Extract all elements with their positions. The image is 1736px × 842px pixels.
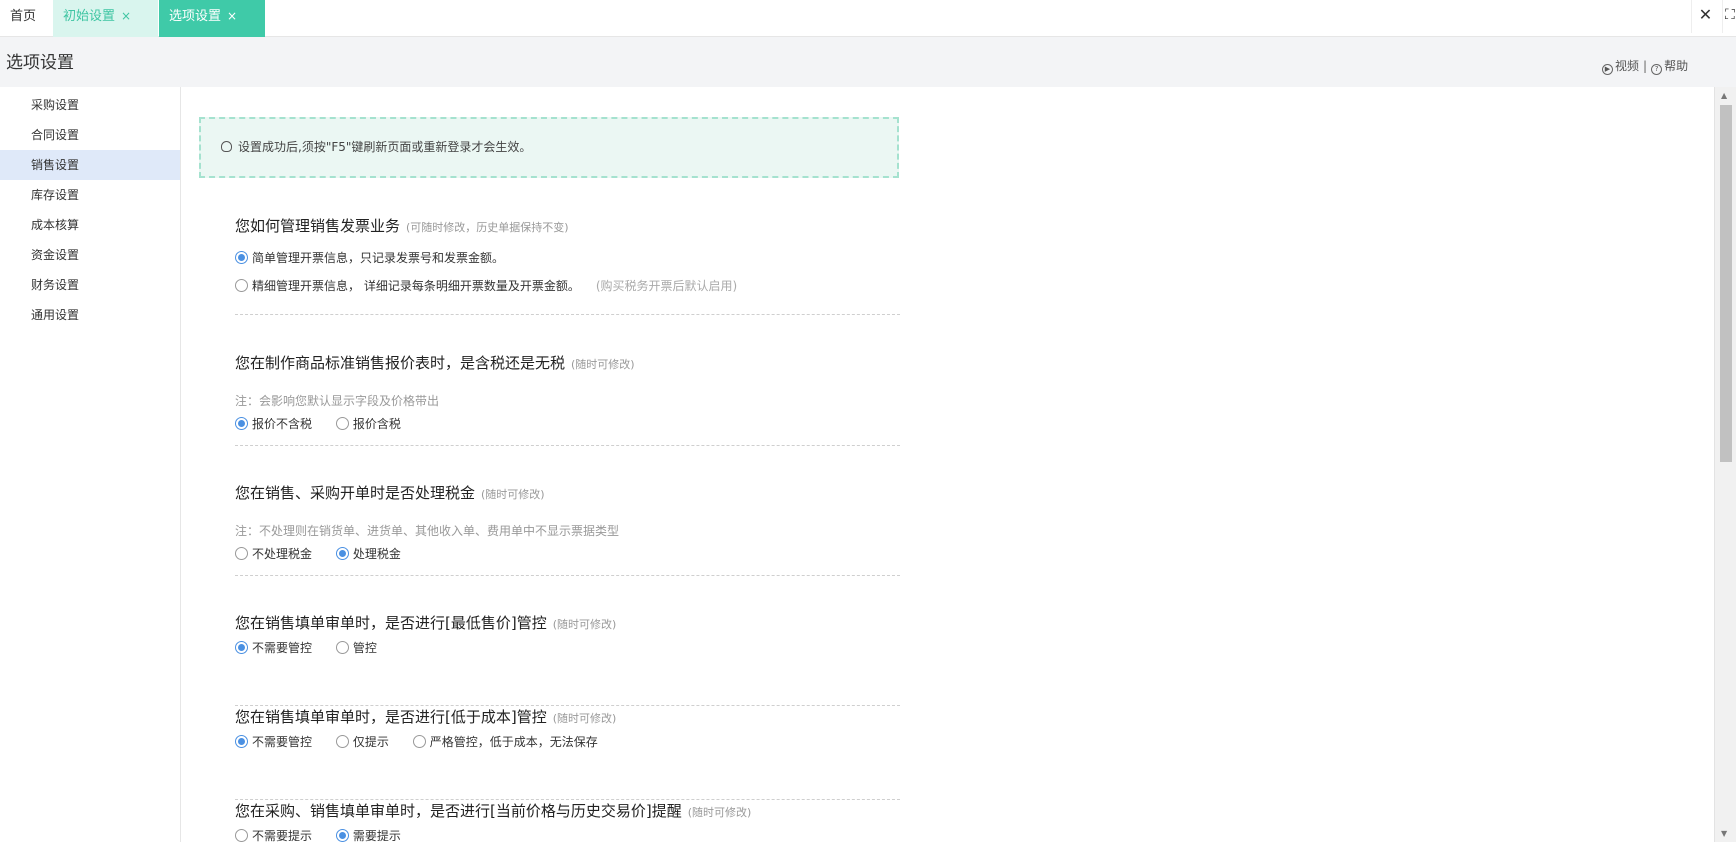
- tab-label: 首页: [10, 9, 37, 24]
- question-note: (可随时修改，历史单据保持不变): [406, 221, 569, 234]
- question-sub-note: 注：不处理则在销货单、进货单、其他收入单、费用单中不显示票据类型: [235, 524, 620, 538]
- close-all-icon[interactable]: ✕: [1691, 0, 1719, 33]
- radio-need-prompt[interactable]: 需要提示: [335, 827, 401, 842]
- fullscreen-icon[interactable]: ⛶: [1722, 0, 1736, 33]
- settings-content: 设置成功后,须按"F5"键刷新页面或重新登录才会生效。 您如何管理销售发票业务(…: [182, 87, 1714, 842]
- sidebar-item-costing[interactable]: 成本核算: [0, 210, 180, 240]
- help-links: ▶ 视频 |? 帮助: [1602, 57, 1688, 75]
- radio-prompt-only[interactable]: 仅提示: [335, 733, 389, 750]
- radio-icon: [235, 829, 248, 842]
- video-link[interactable]: ▶ 视频: [1602, 59, 1639, 75]
- question-note: (随时可修改): [552, 618, 617, 631]
- question-note: (随时可修改): [687, 806, 752, 819]
- section-handle-tax: 您在销售、采购开单时是否处理税金 (随时可修改) 注：不处理则在销货单、进货单、其…: [235, 482, 900, 576]
- radio-no-prompt[interactable]: 不需要提示: [235, 827, 312, 842]
- page-title: 选项设置: [6, 53, 74, 73]
- scroll-down-icon[interactable]: ▼: [1721, 829, 1727, 838]
- radio-no-control[interactable]: 不需要管控: [235, 733, 312, 750]
- radio-icon: [235, 279, 248, 292]
- sidebar-item-sales[interactable]: 销售设置: [0, 150, 180, 180]
- question-note: (随时可修改): [552, 712, 617, 725]
- radio-detailed-invoice[interactable]: 精细管理开票信息， 详细记录每条明细开票数量及开票金额。 (购买税务开票后默认启用…: [235, 277, 737, 294]
- radio-control[interactable]: 管控: [335, 639, 377, 656]
- section-invoice: 您如何管理销售发票业务 (可随时修改，历史单据保持不变) 简单管理开票信息，只记录…: [235, 215, 900, 315]
- radio-strict-control[interactable]: 严格管控，低于成本，无法保存: [412, 733, 598, 750]
- radio-no-control[interactable]: 不需要管控: [235, 639, 312, 656]
- play-icon: ▶: [1602, 64, 1613, 75]
- radio-icon: [235, 641, 248, 654]
- radio-no-tax[interactable]: 不处理税金: [235, 545, 312, 562]
- tab-initial-settings[interactable]: 初始设置 ×: [53, 0, 158, 37]
- radio-icon: [335, 417, 349, 430]
- radio-quote-excl-tax[interactable]: 报价不含税: [235, 415, 312, 432]
- section-quote-tax: 您在制作商品标准销售报价表时，是含税还是无税 (随时可修改) 注：会影响您默认显示…: [235, 352, 900, 446]
- radio-icon: [335, 641, 349, 654]
- sidebar-item-purchase[interactable]: 采购设置: [0, 90, 180, 120]
- question-note: (随时可修改): [571, 358, 635, 371]
- radio-icon: [412, 735, 426, 748]
- radio-icon: [235, 547, 248, 560]
- question-note: (随时可修改): [481, 488, 545, 501]
- sidebar-item-general[interactable]: 通用设置: [0, 300, 180, 330]
- tab-bar: 首页 初始设置 × 选项设置 × ✕ ⛶: [0, 0, 1736, 37]
- radio-icon: [235, 251, 248, 264]
- section-min-price: 您在销售填单审单时，是否进行[最低售价]管控 (随时可修改) 不需要管控 管控: [235, 612, 900, 706]
- tip-text: 设置成功后,须按"F5"键刷新页面或重新登录才会生效。: [238, 140, 532, 154]
- sidebar-item-finance[interactable]: 财务设置: [0, 270, 180, 300]
- radio-quote-incl-tax[interactable]: 报价含税: [335, 415, 401, 432]
- tip-banner: 设置成功后,须按"F5"键刷新页面或重新登录才会生效。: [199, 117, 899, 178]
- close-icon[interactable]: ×: [227, 9, 237, 23]
- question-title: 您在制作商品标准销售报价表时，是含税还是无税 (随时可修改): [235, 354, 635, 372]
- question-title: 您如何管理销售发票业务 (可随时修改，历史单据保持不变): [235, 217, 569, 235]
- separator: |: [1643, 59, 1648, 73]
- option-hint: (购买税务开票后默认启用): [595, 279, 738, 293]
- tab-home[interactable]: 首页: [0, 0, 52, 37]
- sidebar-item-funds[interactable]: 资金设置: [0, 240, 180, 270]
- question-title: 您在采购、销售填单审单时，是否进行[当前价格与历史交易价]提醒 (随时可修改): [235, 802, 752, 820]
- radio-icon: [335, 547, 349, 560]
- scroll-up-icon[interactable]: ▲: [1721, 91, 1727, 100]
- tab-label: 选项设置: [169, 9, 222, 24]
- question-title: 您在销售、采购开单时是否处理税金 (随时可修改): [235, 484, 545, 502]
- sidebar: 采购设置 合同设置 销售设置 库存设置 成本核算 资金设置 财务设置 通用设置: [0, 87, 181, 842]
- radio-icon: [335, 735, 349, 748]
- question-title: 您在销售填单审单时，是否进行[低于成本]管控 (随时可修改): [235, 708, 617, 726]
- question-sub-note: 注：会影响您默认显示字段及价格带出: [235, 394, 440, 408]
- sidebar-item-inventory[interactable]: 库存设置: [0, 180, 180, 210]
- bulb-icon: [221, 141, 232, 152]
- section-history-price: 您在采购、销售填单审单时，是否进行[当前价格与历史交易价]提醒 (随时可修改) 不…: [235, 800, 900, 842]
- help-link[interactable]: ? 帮助: [1651, 59, 1688, 75]
- radio-icon: [235, 417, 248, 430]
- question-icon: ?: [1651, 64, 1663, 75]
- title-bar: 选项设置 ▶ 视频 |? 帮助: [0, 37, 1736, 87]
- close-icon[interactable]: ×: [121, 9, 131, 23]
- radio-icon: [335, 829, 349, 842]
- sidebar-item-contract[interactable]: 合同设置: [0, 120, 180, 150]
- vertical-scrollbar[interactable]: ▲ ▼: [1714, 87, 1736, 842]
- tab-option-settings[interactable]: 选项设置 ×: [159, 0, 265, 37]
- radio-simple-invoice[interactable]: 简单管理开票信息，只记录发票号和发票金额。: [235, 249, 504, 266]
- question-title: 您在销售填单审单时，是否进行[最低售价]管控 (随时可修改): [235, 614, 617, 632]
- radio-icon: [235, 735, 248, 748]
- scrollbar-thumb[interactable]: [1720, 105, 1732, 462]
- section-below-cost: 您在销售填单审单时，是否进行[低于成本]管控 (随时可修改) 不需要管控 仅提示 …: [235, 706, 900, 800]
- tab-label: 初始设置: [63, 9, 116, 24]
- radio-handle-tax[interactable]: 处理税金: [335, 545, 401, 562]
